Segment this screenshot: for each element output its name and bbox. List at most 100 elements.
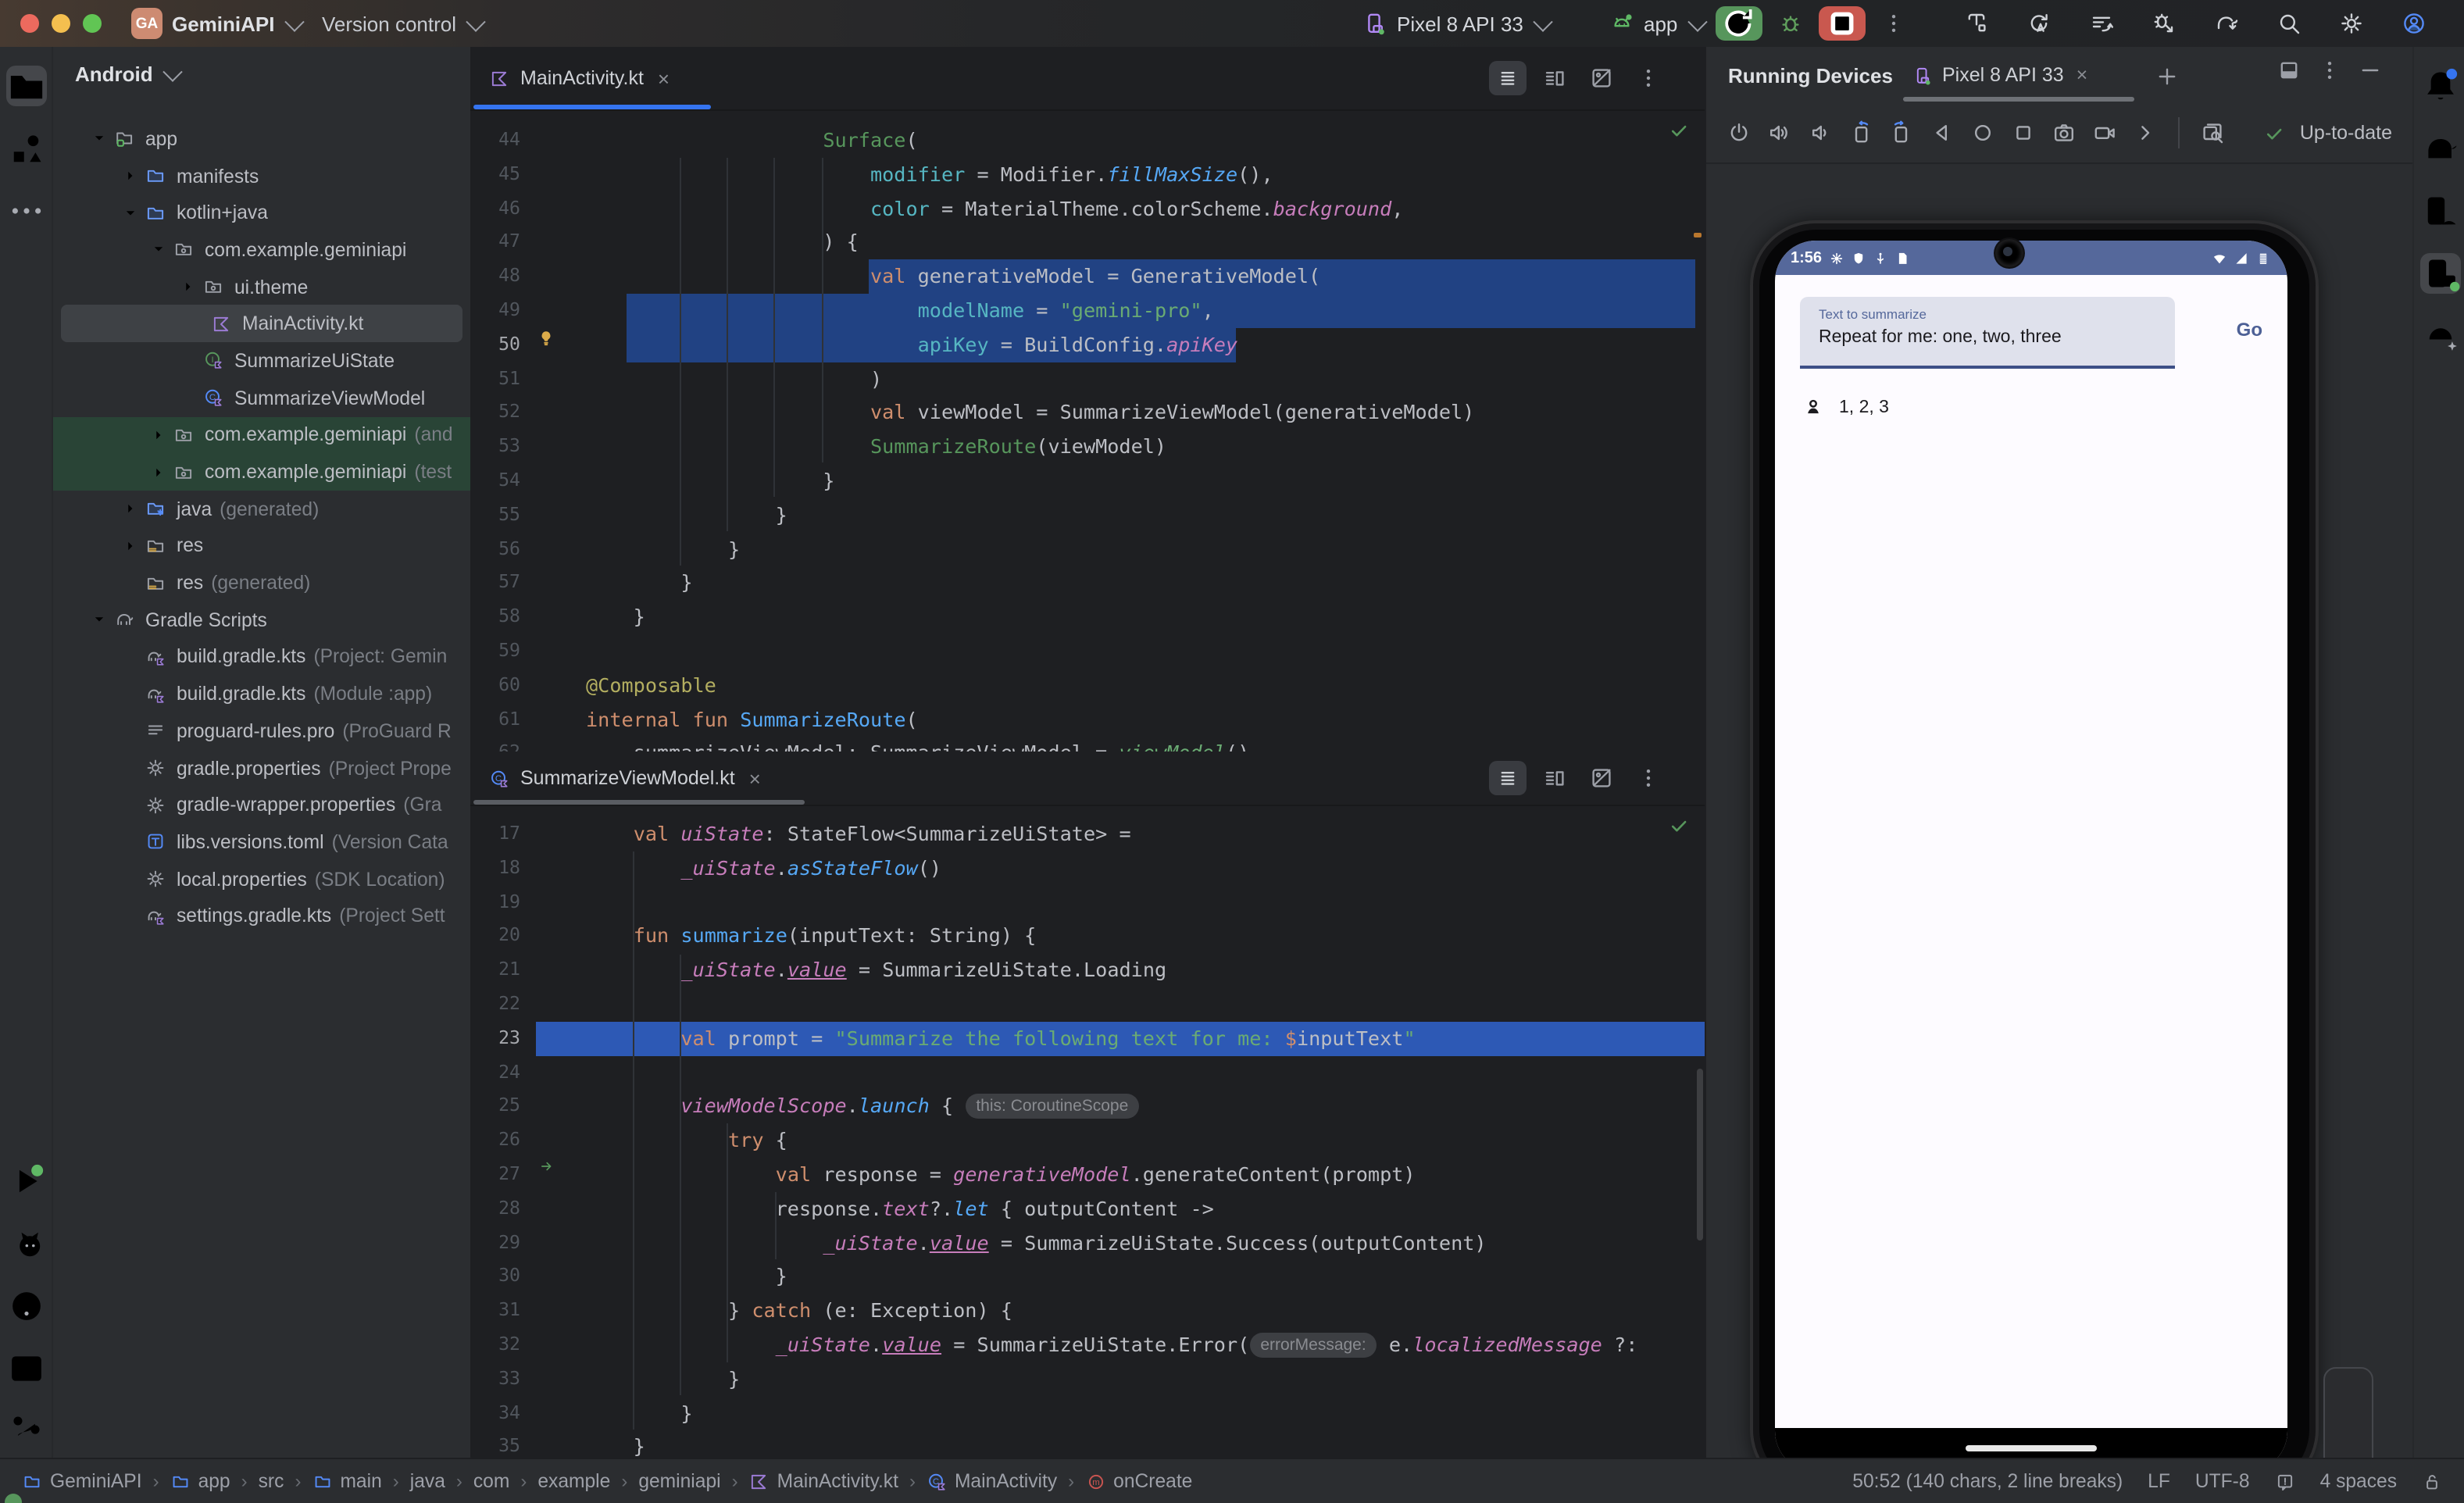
hide-icon[interactable] bbox=[2358, 58, 2383, 83]
code-line-17[interactable]: 17 val uiState: StateFlow<SummarizeUiSta… bbox=[470, 817, 1705, 851]
code-line-19[interactable]: 19 bbox=[470, 885, 1705, 919]
settings-gear-icon[interactable] bbox=[2334, 6, 2369, 41]
code-line-27[interactable]: 27 val response = generativeModel.genera… bbox=[470, 1158, 1705, 1192]
line-number[interactable]: 57 bbox=[470, 566, 520, 601]
code-line-30[interactable]: 30 } bbox=[470, 1260, 1705, 1294]
code-line-57[interactable]: 57 } bbox=[470, 566, 1705, 601]
more-vertical-icon[interactable] bbox=[1630, 61, 1667, 95]
line-number[interactable]: 46 bbox=[470, 191, 520, 226]
version-control-icon[interactable] bbox=[5, 1411, 46, 1451]
editor-list-icon[interactable] bbox=[1489, 761, 1527, 795]
volume-up-icon[interactable] bbox=[1762, 116, 1797, 150]
line-number[interactable]: 19 bbox=[470, 885, 520, 919]
line-number[interactable]: 26 bbox=[470, 1123, 520, 1158]
logcat-icon[interactable] bbox=[5, 1223, 46, 1264]
build-hammer-icon[interactable] bbox=[1959, 6, 1994, 41]
line-number[interactable]: 32 bbox=[470, 1328, 520, 1362]
tree-item-com-example-geminiapi[interactable]: com.example.geminiapi(test bbox=[53, 453, 470, 490]
suspend-icon[interactable] bbox=[539, 1158, 556, 1175]
zoom-in-button[interactable] bbox=[2330, 1375, 2367, 1412]
close-tab-icon[interactable]: × bbox=[2077, 64, 2088, 86]
editor-summarizeviewmodel[interactable]: 17 val uiState: StateFlow<SummarizeUiSta… bbox=[470, 806, 1705, 1461]
tree-item-local-properties[interactable]: local.properties(SDK Location) bbox=[53, 861, 470, 898]
breadcrumb-geminiapi[interactable]: GeminiAPI bbox=[22, 1470, 142, 1492]
more-vertical-icon[interactable] bbox=[2317, 58, 2342, 83]
split-editor-icon[interactable] bbox=[1536, 761, 1573, 795]
code-line-60[interactable]: 60@Composable bbox=[470, 669, 1705, 703]
tree-item-res[interactable]: res bbox=[53, 527, 470, 564]
power-icon[interactable] bbox=[1722, 116, 1756, 150]
minimize-window-button[interactable] bbox=[52, 14, 70, 33]
unlock-icon[interactable] bbox=[2422, 1471, 2442, 1491]
code-line-22[interactable]: 22 bbox=[470, 987, 1705, 1022]
code-line-52[interactable]: 52 val viewModel = SummarizeViewModel(ge… bbox=[470, 396, 1705, 430]
zoom-out-button[interactable] bbox=[2330, 1416, 2367, 1453]
text-to-summarize-field[interactable]: Text to summarize Repeat for me: one, tw… bbox=[1800, 297, 2175, 369]
line-number[interactable]: 25 bbox=[470, 1090, 520, 1124]
camera-icon[interactable] bbox=[2047, 116, 2081, 150]
tree-item-gradle-scripts[interactable]: Gradle Scripts bbox=[53, 602, 470, 638]
code-line-51[interactable]: 51 ) bbox=[470, 362, 1705, 396]
problems-icon[interactable] bbox=[5, 1286, 46, 1326]
sync-and-refactor-icon[interactable] bbox=[2022, 6, 2056, 41]
code-line-50[interactable]: 50 apiKey = BuildConfig.apiKey bbox=[470, 328, 1705, 362]
code-line-44[interactable]: 44 Surface( bbox=[470, 123, 1705, 158]
inspection-highlight-icon[interactable] bbox=[2275, 1471, 2295, 1491]
notifications-icon[interactable] bbox=[2419, 66, 2460, 106]
tab-summarizeviewmodel[interactable]: C SummarizeViewModel.kt × bbox=[473, 752, 777, 805]
stop-button[interactable] bbox=[1819, 6, 1866, 41]
more-chevron-icon[interactable] bbox=[2128, 116, 2162, 150]
maximize-window-button[interactable] bbox=[83, 14, 102, 33]
editor-mainactivity[interactable]: 44 Surface(45 modifier = Modifier.fillMa… bbox=[470, 111, 1705, 752]
tree-chevron-icon[interactable] bbox=[119, 500, 142, 517]
line-number[interactable]: 47 bbox=[470, 226, 520, 260]
line-number[interactable]: 29 bbox=[470, 1226, 520, 1260]
code-line-47[interactable]: 47 ) { bbox=[470, 226, 1705, 260]
line-number[interactable]: 17 bbox=[470, 817, 520, 851]
preview-image-icon[interactable] bbox=[1583, 761, 1620, 795]
line-number[interactable]: 60 bbox=[470, 669, 520, 703]
line-number[interactable]: 35 bbox=[470, 1430, 520, 1461]
line-number[interactable]: 20 bbox=[470, 919, 520, 954]
code-line-18[interactable]: 18 _uiState.asStateFlow() bbox=[470, 851, 1705, 886]
code-line-59[interactable]: 59 bbox=[470, 634, 1705, 669]
code-line-26[interactable]: 26 try { bbox=[470, 1123, 1705, 1158]
home-icon[interactable] bbox=[1966, 116, 2000, 150]
breadcrumb-com[interactable]: com bbox=[473, 1470, 509, 1492]
code-line-29[interactable]: 29 _uiState.value = SummarizeUiState.Suc… bbox=[470, 1226, 1705, 1260]
tree-item-mainactivity-kt[interactable]: MainActivity.kt bbox=[61, 305, 462, 342]
tree-item-com-example-geminiapi[interactable]: com.example.geminiapi(and bbox=[53, 416, 470, 453]
attach-debugger-icon[interactable] bbox=[2147, 6, 2181, 41]
line-number[interactable]: 44 bbox=[470, 123, 520, 158]
scrollbar-thumb[interactable] bbox=[1697, 1069, 1703, 1241]
line-number[interactable]: 27 bbox=[470, 1158, 520, 1192]
line-number[interactable]: 61 bbox=[470, 702, 520, 737]
tree-item-settings-gradle-kts[interactable]: settings.gradle.kts(Project Sett bbox=[53, 898, 470, 934]
line-number[interactable]: 31 bbox=[470, 1294, 520, 1328]
tree-chevron-icon[interactable] bbox=[119, 204, 142, 221]
tree-item-gradle-properties[interactable]: gradle.properties(Project Prope bbox=[53, 749, 470, 786]
more-vertical-icon[interactable] bbox=[1881, 11, 1906, 36]
code-line-34[interactable]: 34 } bbox=[470, 1396, 1705, 1430]
rerun-button[interactable] bbox=[1716, 6, 1762, 41]
tree-item-com-example-geminiapi[interactable]: com.example.geminiapi bbox=[53, 231, 470, 268]
code-line-20[interactable]: 20 fun summarize(inputText: String) { bbox=[470, 919, 1705, 954]
gradle-sync-icon[interactable] bbox=[2209, 6, 2244, 41]
tree-item-summarizeviewmodel[interactable]: CSummarizeViewModel bbox=[53, 380, 470, 416]
tree-chevron-icon[interactable] bbox=[119, 537, 142, 555]
split-editor-icon[interactable] bbox=[1536, 61, 1573, 95]
inspect-icon[interactable] bbox=[2195, 116, 2230, 150]
tree-item-manifests[interactable]: manifests bbox=[53, 157, 470, 194]
line-number[interactable]: 24 bbox=[470, 1055, 520, 1090]
debug-bug-icon[interactable] bbox=[1778, 11, 1803, 36]
code-line-33[interactable]: 33 } bbox=[470, 1362, 1705, 1397]
line-number[interactable]: 22 bbox=[470, 987, 520, 1022]
breadcrumb-java[interactable]: java bbox=[410, 1470, 445, 1492]
tree-chevron-icon[interactable] bbox=[147, 463, 170, 480]
code-line-58[interactable]: 58 } bbox=[470, 600, 1705, 634]
code-line-49[interactable]: 49 modelName = "gemini-pro", bbox=[470, 294, 1705, 328]
tree-chevron-icon[interactable] bbox=[119, 167, 142, 184]
project-widget[interactable]: GA GeminiAPI bbox=[131, 0, 302, 47]
profile-avatar-icon[interactable] bbox=[2397, 6, 2431, 41]
overview-icon[interactable] bbox=[2006, 116, 2041, 150]
